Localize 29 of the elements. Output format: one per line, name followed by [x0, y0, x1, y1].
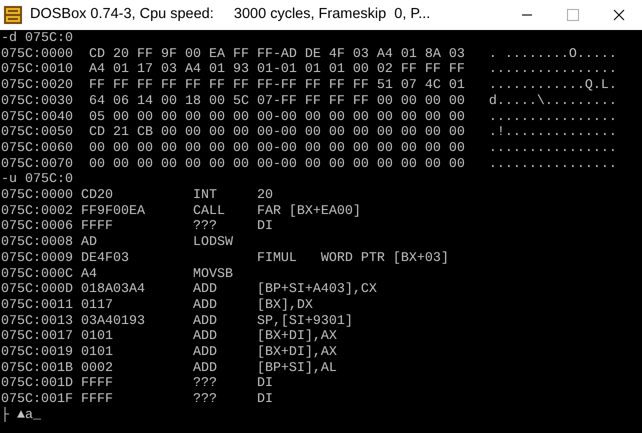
console-line: 075C:0070 00 00 00 00 00 00 00 00-00 00 00 00 00 00 00 00 ................: [1, 156, 617, 172]
console-line: 075C:001D FFFF ??? DI: [1, 376, 273, 392]
console-line: 075C:0000 CD 20 FF 9F 00 EA FF FF-AD DE 4F 03 A4 01 8A 03 . ........O.....: [1, 46, 617, 62]
console-line: 075C:0011 0117 ADD [BX],DX: [1, 298, 313, 314]
console-line: -u 075C:0: [1, 172, 73, 188]
console-line: 075C:0040 05 00 00 00 00 00 00 00-00 00 00 00 00 00 00 00 ................: [1, 110, 617, 126]
console-line: 075C:0009 DE4F03 FIMUL WORD PTR [BX+03]: [1, 250, 449, 267]
console-line: ├ ▲a_: [1, 408, 41, 424]
console-line: 075C:000D 018A03A4 ADD [BP+SI+A403],CX: [1, 282, 377, 298]
maximize-icon: [567, 9, 579, 21]
console-line: 075C:0019 0101 ADD [BX+DI],AX: [1, 345, 337, 361]
console-line: 075C:0002 FF9F00EA CALL FAR [BX+EA00]: [1, 204, 361, 220]
console-line: 075C:000C A4 MOVSB: [1, 266, 233, 282]
console-line: 075C:001F FFFF ??? DI: [1, 392, 273, 408]
console-line: 075C:0050 CD 21 CB 00 00 00 00 00-00 00 00 00 00 00 00 00 .!..............: [1, 125, 617, 141]
console-line: 075C:0006 FFFF ??? DI: [1, 219, 273, 236]
console-line: 075C:0020 FF FF FF FF FF FF FF FF-FF FF FF FF 51 07 4C 01 ............Q.L.: [1, 78, 617, 94]
console-line: 075C:0008 AD LODSW: [1, 235, 233, 251]
app-icon: [4, 6, 22, 24]
console-line: 075C:001B 0002 ADD [BP+SI],AL: [1, 360, 337, 376]
close-icon: [613, 9, 625, 21]
console-line: 075C:0010 A4 01 17 03 A4 01 93 01-01 01 01 00 02 FF FF FF ................: [1, 62, 617, 78]
console-line: 075C:0000 CD20 INT 20: [1, 188, 273, 204]
console-line: 075C:0030 64 06 14 00 18 00 5C 07-FF FF FF FF 00 00 00 00 d.....\.........: [1, 94, 617, 110]
console-line: -d 075C:0: [1, 31, 73, 47]
console-line: 075C:0017 0101 ADD [BX+DI],AX: [1, 329, 337, 345]
console-line: 075C:0060 00 00 00 00 00 00 00 00-00 00 00 00 00 00 00 00 ................: [1, 140, 617, 157]
window-title: DOSBox 0.74-3, Cpu speed: 3000 cycles, Frameskip 0, P...: [30, 5, 430, 24]
console-line: 075C:0013 03A40193 ADD SP,[SI+9301]: [1, 314, 353, 329]
